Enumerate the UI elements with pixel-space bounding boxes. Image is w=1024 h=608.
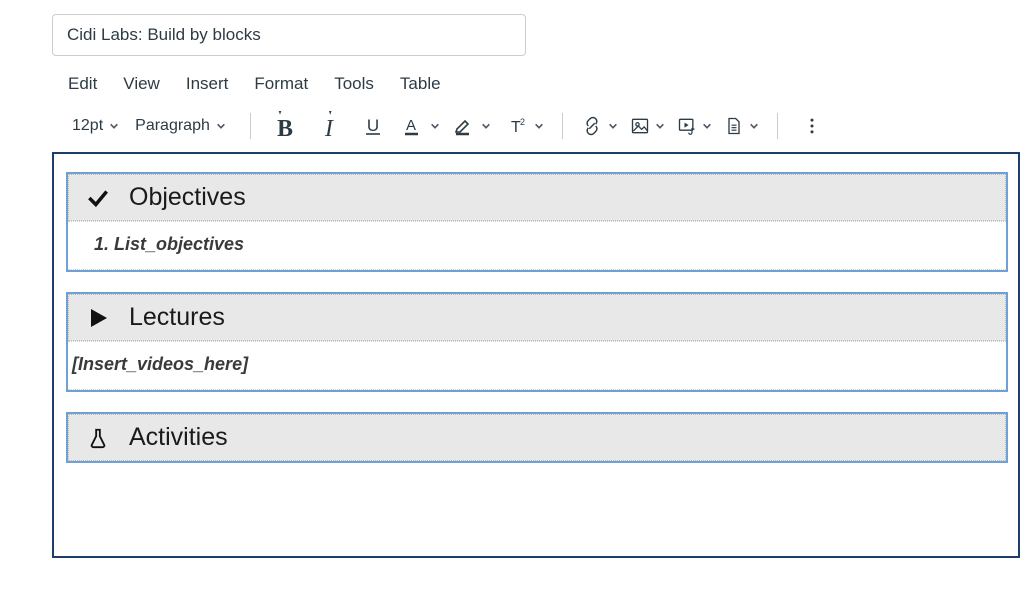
highlight-color-button[interactable] bbox=[448, 110, 495, 142]
block-header: Objectives bbox=[68, 174, 1006, 221]
underline-icon: U bbox=[361, 114, 385, 138]
more-options-button[interactable] bbox=[792, 110, 832, 142]
menu-format[interactable]: Format bbox=[254, 74, 308, 94]
font-size-selector[interactable]: 12pt bbox=[66, 117, 125, 135]
svg-text:I: I bbox=[324, 116, 334, 141]
block-heading-text: Objectives bbox=[129, 183, 246, 212]
chevron-down-icon bbox=[655, 121, 665, 131]
underline-button[interactable]: U bbox=[353, 110, 393, 142]
media-button[interactable] bbox=[673, 110, 716, 142]
image-button[interactable] bbox=[626, 110, 669, 142]
content-block-lectures[interactable]: Lectures [Insert_videos_here] bbox=[66, 292, 1008, 392]
block-heading-text: Lectures bbox=[129, 303, 225, 332]
editor-toolbar: 12pt Paragraph B I U bbox=[52, 104, 1010, 152]
bold-button[interactable]: B bbox=[265, 110, 305, 142]
menu-edit[interactable]: Edit bbox=[68, 74, 97, 94]
toolbar-separator bbox=[562, 113, 563, 139]
editor-menubar: Edit View Insert Format Tools Table bbox=[52, 56, 1010, 104]
list-item[interactable]: List_objectives bbox=[114, 234, 988, 255]
chevron-down-icon bbox=[749, 121, 759, 131]
chevron-down-icon bbox=[430, 121, 440, 131]
menu-table[interactable]: Table bbox=[400, 74, 441, 94]
play-icon bbox=[85, 305, 111, 331]
document-button[interactable] bbox=[720, 110, 763, 142]
menu-insert[interactable]: Insert bbox=[186, 74, 229, 94]
flask-icon bbox=[85, 425, 111, 451]
text-color-icon: A bbox=[401, 114, 425, 138]
kebab-icon bbox=[802, 116, 822, 136]
chevron-down-icon bbox=[608, 121, 618, 131]
chevron-down-icon bbox=[702, 121, 712, 131]
content-block-objectives[interactable]: Objectives List_objectives bbox=[66, 172, 1008, 272]
superscript-button[interactable]: T 2 bbox=[499, 110, 548, 142]
page-title-input[interactable] bbox=[52, 14, 526, 56]
document-icon bbox=[724, 116, 744, 136]
block-heading-text: Activities bbox=[129, 423, 228, 452]
chevron-down-icon bbox=[481, 121, 491, 131]
block-format-selector[interactable]: Paragraph bbox=[129, 117, 232, 135]
block-header: Activities bbox=[68, 414, 1006, 461]
block-format-value: Paragraph bbox=[135, 117, 210, 135]
image-icon bbox=[630, 116, 650, 136]
svg-text:A: A bbox=[406, 117, 416, 134]
placeholder-text[interactable]: [Insert_videos_here] bbox=[72, 354, 248, 374]
media-icon bbox=[677, 116, 697, 136]
block-body[interactable]: [Insert_videos_here] bbox=[68, 341, 1006, 390]
menu-tools[interactable]: Tools bbox=[334, 74, 374, 94]
link-icon bbox=[581, 115, 603, 137]
link-button[interactable] bbox=[577, 110, 622, 142]
highlight-icon bbox=[452, 114, 476, 138]
toolbar-separator bbox=[250, 113, 251, 139]
chevron-down-icon bbox=[109, 121, 119, 131]
chevron-down-icon bbox=[216, 121, 226, 131]
italic-button[interactable]: I bbox=[309, 110, 349, 142]
chevron-down-icon bbox=[534, 121, 544, 131]
menu-view[interactable]: View bbox=[123, 74, 160, 94]
block-body[interactable]: List_objectives bbox=[68, 221, 1006, 270]
font-size-value: 12pt bbox=[72, 117, 103, 135]
italic-icon: I bbox=[314, 111, 344, 141]
toolbar-separator bbox=[777, 113, 778, 139]
svg-text:U: U bbox=[367, 116, 379, 135]
editor-canvas[interactable]: Objectives List_objectives Lectures [Ins… bbox=[52, 152, 1020, 558]
checkmark-icon bbox=[85, 185, 111, 211]
bold-icon: B bbox=[270, 111, 300, 141]
svg-text:2: 2 bbox=[520, 117, 525, 127]
superscript-icon: T 2 bbox=[503, 114, 529, 138]
block-header: Lectures bbox=[68, 294, 1006, 341]
text-color-button[interactable]: A bbox=[397, 110, 444, 142]
svg-text:B: B bbox=[277, 116, 293, 141]
content-block-activities[interactable]: Activities bbox=[66, 412, 1008, 463]
